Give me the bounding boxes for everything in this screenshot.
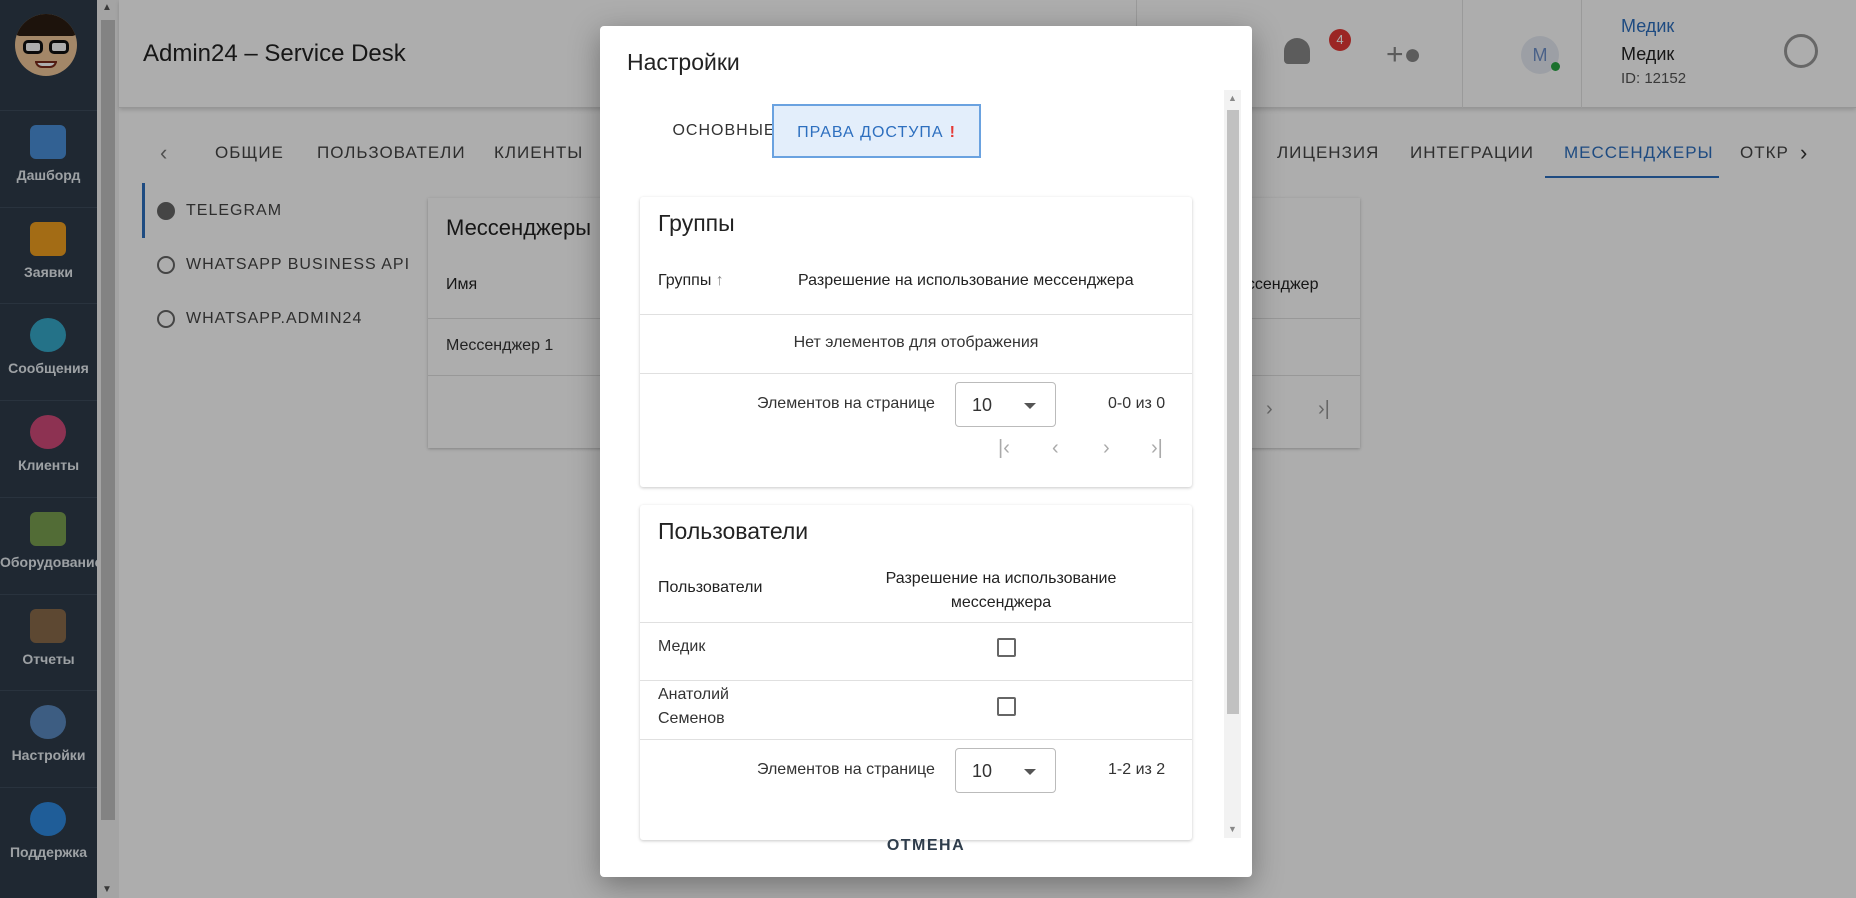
groups-panel: Группы Группы ↑ Разрешение на использова…: [640, 197, 1192, 487]
column-header-permission[interactable]: Разрешение на использование мессенджера: [856, 567, 1146, 615]
pagination-range: 0-0 из 0: [1108, 395, 1166, 412]
column-header-groups-label: Группы: [658, 272, 712, 289]
first-page-icon[interactable]: |‹: [998, 437, 1010, 460]
prev-page-icon[interactable]: ‹: [1052, 437, 1059, 460]
divider: [640, 680, 1192, 681]
per-page-value: 10: [972, 761, 993, 781]
dialog-title: Настройки: [627, 49, 740, 75]
dialog-scrollbar[interactable]: ▲ ▼: [1224, 90, 1241, 838]
per-page-value: 10: [972, 395, 993, 415]
tab-access-label: ПРАВА ДОСТУПА: [797, 124, 944, 141]
column-header-line: Разрешение на использование: [885, 570, 1117, 587]
settings-dialog: Настройки ОСНОВНЫЕ ПРАВА ДОСТУПА! Группы…: [600, 26, 1252, 877]
alert-icon: !: [949, 124, 956, 141]
sort-arrow-up-icon: ↑: [715, 272, 724, 289]
divider: [640, 739, 1192, 740]
column-header-permission[interactable]: Разрешение на использование мессенджера: [798, 272, 1134, 290]
users-title: Пользователи: [658, 518, 809, 544]
pagination-range: 1-2 из 2: [1108, 761, 1166, 778]
user-name-text: Анатолий: [658, 686, 729, 703]
empty-state-text: Нет элементов для отображения: [793, 334, 1039, 351]
permission-checkbox[interactable]: [997, 638, 1016, 657]
per-page-label: Элементов на странице: [757, 395, 935, 412]
column-header-users[interactable]: Пользователи: [658, 579, 762, 597]
caret-down-icon: [1024, 769, 1036, 775]
next-page-icon[interactable]: ›: [1103, 437, 1110, 460]
divider: [640, 314, 1192, 315]
column-header-line: мессенджера: [950, 594, 1052, 611]
per-page-label: Элементов на странице: [757, 761, 935, 778]
caret-down-icon: [1024, 403, 1036, 409]
column-header-groups[interactable]: Группы ↑: [658, 272, 724, 290]
tab-basic-label: ОСНОВНЫЕ: [672, 122, 776, 139]
per-page-select[interactable]: 10: [955, 748, 1056, 793]
tab-access-rights[interactable]: ПРАВА ДОСТУПА!: [772, 104, 981, 158]
user-name-text: Семенов: [658, 710, 725, 727]
groups-title: Группы: [658, 210, 735, 236]
user-name-text: Медик: [658, 638, 706, 655]
users-panel: Пользователи Пользователи Разрешение на …: [640, 505, 1192, 840]
divider: [640, 373, 1192, 374]
cancel-button[interactable]: ОТМЕНА: [873, 826, 979, 866]
user-row-name: Анатолий Семенов: [658, 683, 729, 731]
scroll-down-arrow[interactable]: ▼: [1228, 824, 1237, 834]
user-row-name: Медик: [658, 635, 705, 659]
scroll-up-arrow[interactable]: ▲: [1228, 93, 1237, 103]
per-page-select[interactable]: 10: [955, 382, 1056, 427]
last-page-icon[interactable]: ›|: [1151, 437, 1163, 460]
divider: [640, 622, 1192, 623]
permission-checkbox[interactable]: [997, 697, 1016, 716]
scroll-thumb[interactable]: [1227, 110, 1239, 714]
